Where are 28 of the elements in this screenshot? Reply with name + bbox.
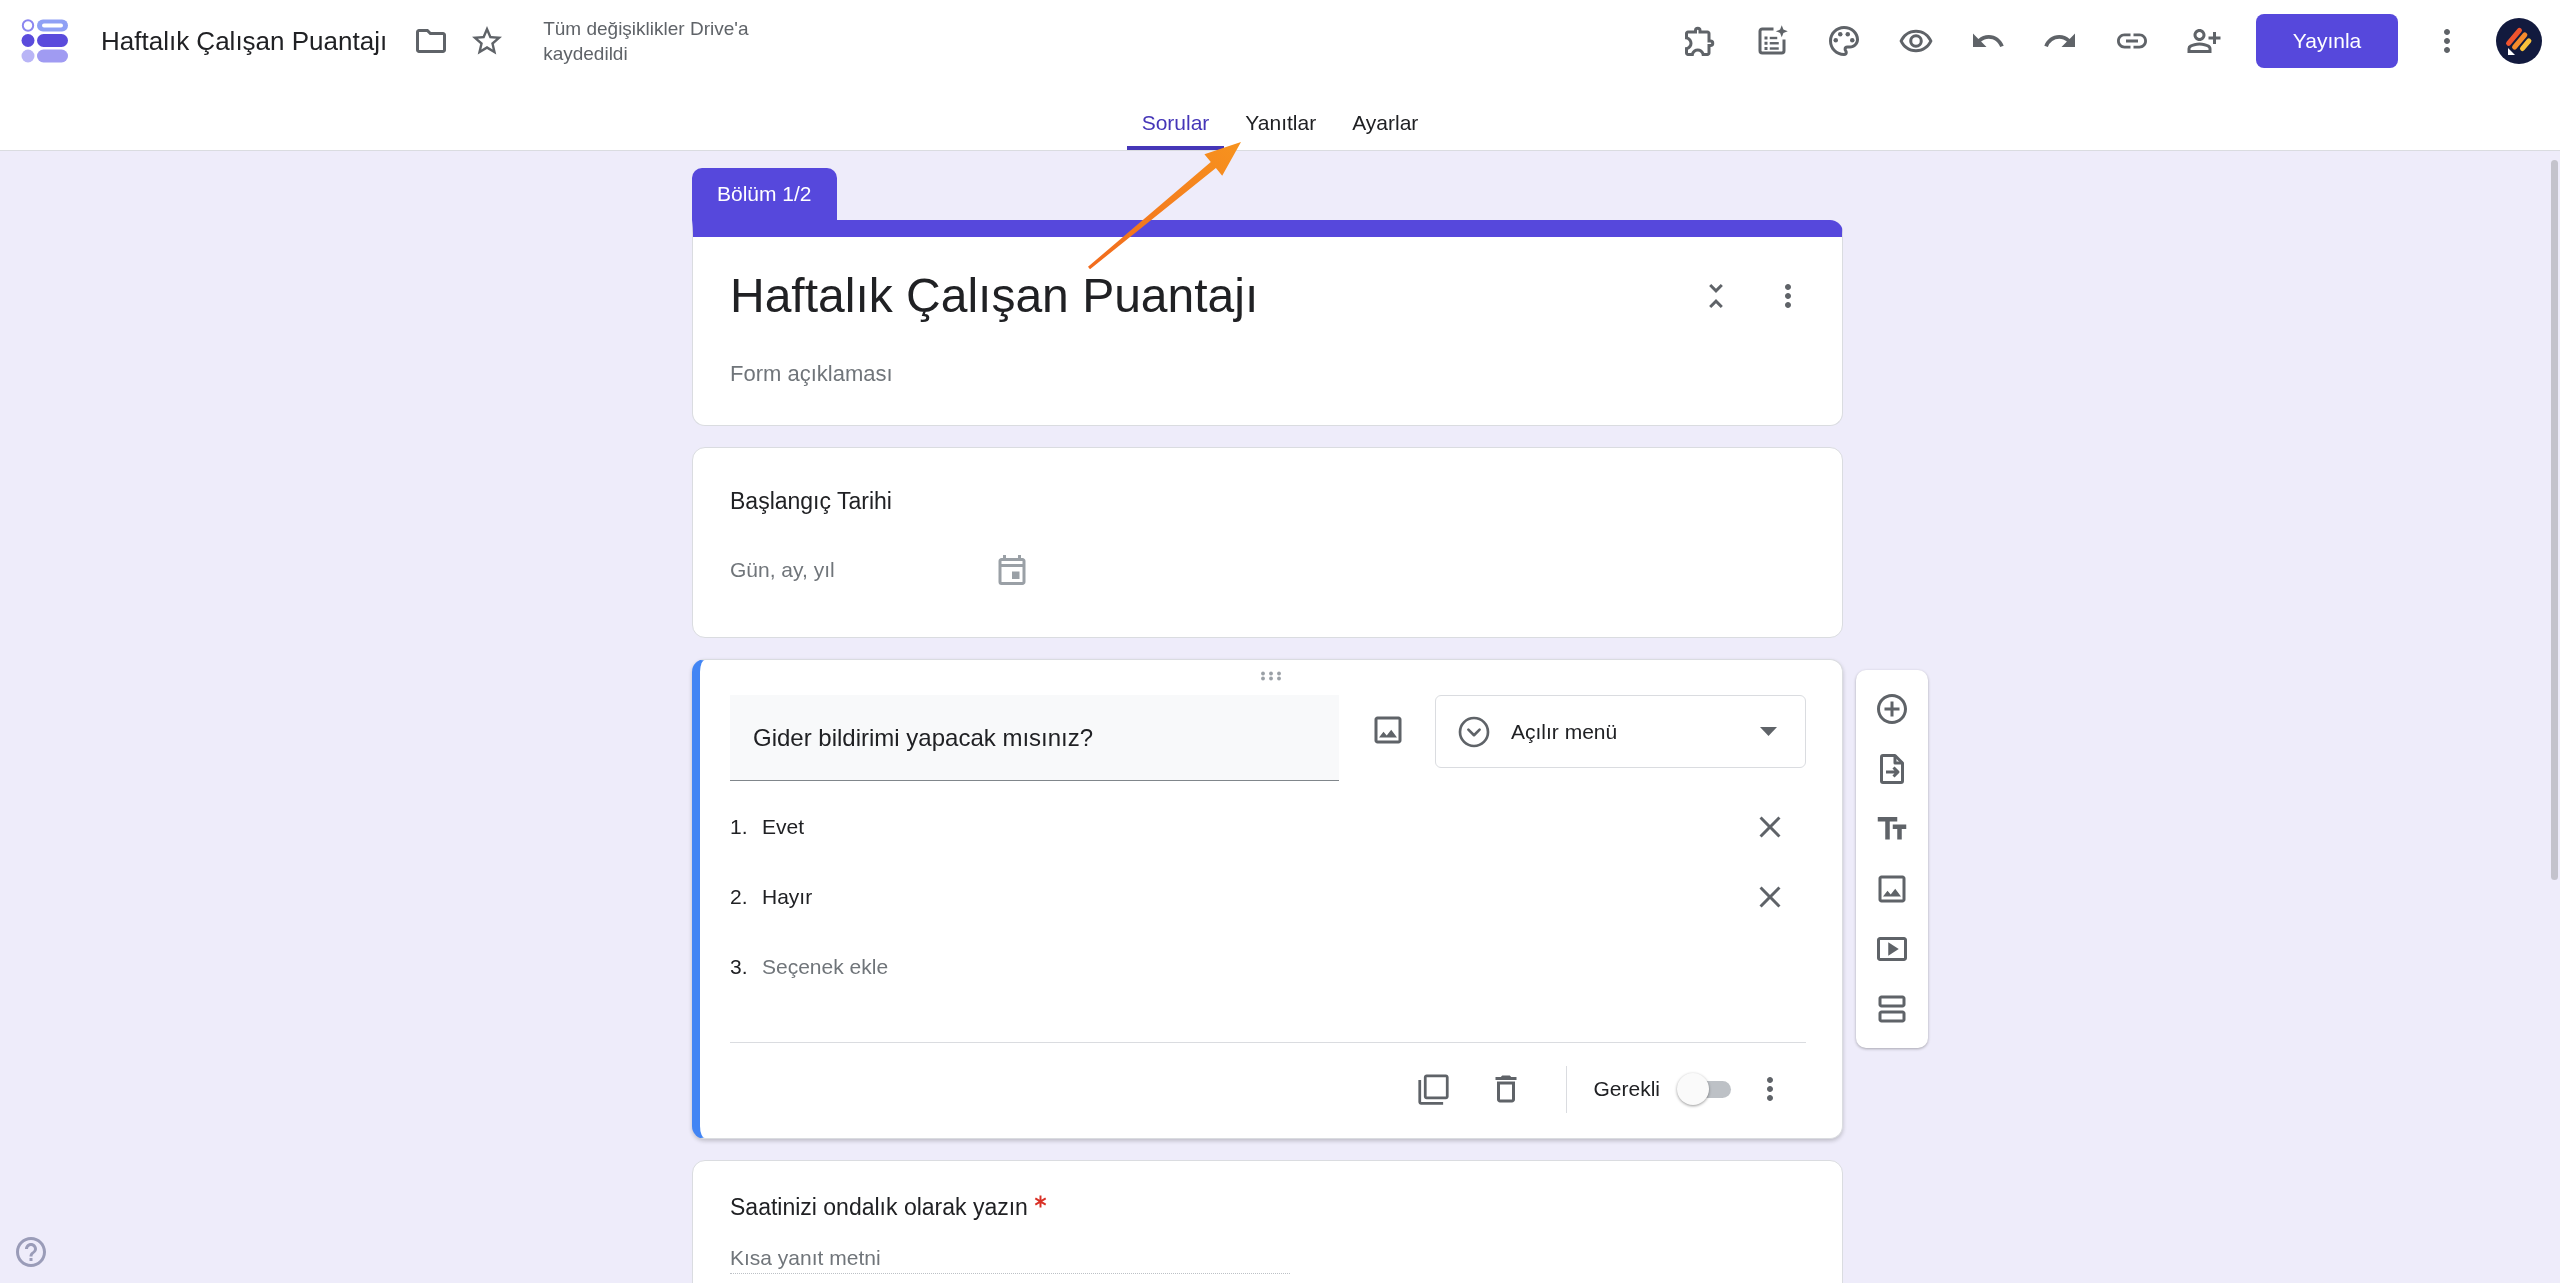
publish-button[interactable]: Yayınla xyxy=(2256,14,2398,68)
question-title: Saatinizi ondalık olarak yazın xyxy=(730,1193,1028,1222)
option-number: 3. xyxy=(730,955,749,979)
circle-chevron-icon xyxy=(1458,715,1490,748)
option-text[interactable]: Hayır xyxy=(762,885,813,909)
option-text[interactable]: Evet xyxy=(762,815,805,839)
tab[interactable]: Yanıtlar xyxy=(1230,105,1332,150)
question-title-field[interactable]: Gider bildirimi yapacak mısınız? xyxy=(730,695,1339,781)
form-description-field[interactable]: Form açıklaması xyxy=(730,360,1806,388)
required-label: Gerekli xyxy=(1593,1077,1660,1101)
option-number: 2. xyxy=(730,885,749,909)
add-option-text[interactable]: Seçenek ekle xyxy=(762,955,889,979)
caret-icon xyxy=(1760,727,1777,736)
question-type-dropdown[interactable]: Açılır menü xyxy=(1435,695,1806,768)
avatar[interactable] xyxy=(2496,18,2542,64)
copy-icon[interactable] xyxy=(1417,1072,1451,1106)
tab[interactable]: Ayarlar xyxy=(1337,105,1434,150)
drag-handle-icon[interactable] xyxy=(1260,671,1282,681)
option-number: 1. xyxy=(730,815,749,839)
scrollbar-thumb[interactable] xyxy=(2551,160,2558,880)
save-status: Tüm değişiklikler Drive'a kaydedildi xyxy=(543,17,750,66)
app-logo[interactable] xyxy=(21,19,69,63)
date-field[interactable]: Gün, ay, yıl xyxy=(730,550,1030,590)
palette-icon[interactable] xyxy=(1826,23,1862,59)
question-title: Başlangıç Tarihi xyxy=(730,487,892,516)
document-title[interactable]: Haftalık Çalışan Puantajı xyxy=(101,25,388,57)
form-title[interactable]: Haftalık Çalışan Puantajı xyxy=(730,268,1259,323)
short-answer-field[interactable]: Kısa yanıt metni xyxy=(730,1244,1290,1274)
